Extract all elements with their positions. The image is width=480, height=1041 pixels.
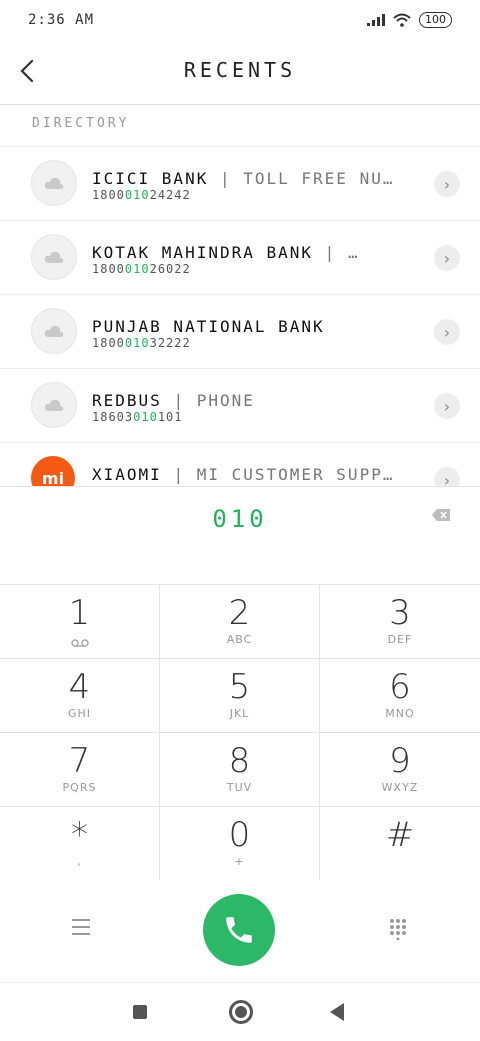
- key-digit: 0: [228, 815, 251, 855]
- key-4[interactable]: 4 GHI: [0, 659, 160, 733]
- status-time: 2:36 AM: [28, 12, 95, 28]
- key-digit: *: [71, 815, 88, 855]
- key-letters: +: [234, 855, 245, 868]
- chevron-right-icon[interactable]: ›: [434, 467, 460, 486]
- contact-name: XIAOMI | MI CUSTOMER SUPP…: [92, 465, 395, 484]
- system-nav-bar: [0, 982, 480, 1041]
- key-letters: TUV: [226, 781, 253, 794]
- contact-number: 180001024242: [92, 188, 191, 202]
- key-letters: GHI: [67, 707, 92, 720]
- key-letters: ,: [77, 855, 82, 868]
- call-button[interactable]: [203, 894, 275, 966]
- key-digit: 3: [389, 593, 411, 633]
- chevron-right-icon[interactable]: ›: [434, 319, 460, 345]
- header: RECENTS: [0, 44, 480, 105]
- directory-label: DIRECTORY: [32, 116, 130, 131]
- dialer-actions: [0, 880, 480, 980]
- key-7[interactable]: 7 PQRS: [0, 733, 160, 807]
- key-hash[interactable]: #: [320, 807, 480, 880]
- keypad: 1 2 ABC 3 DEF 4 GHI 5 JKL 6 MNO 7 PQRS 8…: [0, 584, 480, 881]
- chevron-right-icon[interactable]: ›: [434, 393, 460, 419]
- key-letters: DEF: [387, 633, 413, 646]
- voicemail-icon: [70, 639, 89, 647]
- battery-icon: 100: [419, 12, 452, 28]
- signal-icon: [367, 14, 385, 26]
- key-digit: 9: [389, 741, 411, 781]
- list-item[interactable]: mi XIAOMI | MI CUSTOMER SUPP… 1800010362…: [0, 442, 480, 486]
- key-digit: 6: [389, 667, 411, 707]
- key-9[interactable]: 9 WXYZ: [320, 733, 480, 807]
- key-0[interactable]: 0 +: [160, 807, 320, 880]
- cloud-icon: [31, 160, 77, 206]
- back-nav-icon[interactable]: [330, 1003, 344, 1021]
- list-item[interactable]: KOTAK MAHINDRA BANK | … 180001026022 ›: [0, 220, 480, 294]
- key-5[interactable]: 5 JKL: [160, 659, 320, 733]
- key-star[interactable]: * ,: [0, 807, 160, 880]
- key-digit: 5: [228, 667, 251, 707]
- key-letters: MNO: [385, 707, 415, 720]
- status-icons: 100: [367, 12, 452, 28]
- contact-name: PUNJAB NATIONAL BANK: [92, 317, 325, 336]
- phone-icon: [226, 917, 252, 943]
- status-bar: 2:36 AM 100: [0, 0, 480, 44]
- contact-name: REDBUS | PHONE: [92, 391, 255, 410]
- key-letters: JKL: [229, 707, 250, 720]
- cloud-icon: [31, 234, 77, 280]
- chevron-right-icon[interactable]: ›: [434, 171, 460, 197]
- contact-number: 180001026022: [92, 262, 191, 276]
- list-item[interactable]: ICICI BANK | TOLL FREE NU… 180001024242 …: [0, 146, 480, 220]
- key-digit: 7: [68, 741, 91, 781]
- cloud-icon: [31, 308, 77, 354]
- contact-list: ICICI BANK | TOLL FREE NU… 180001024242 …: [0, 146, 480, 486]
- contact-name: ICICI BANK | TOLL FREE NU…: [92, 169, 395, 188]
- list-item[interactable]: PUNJAB NATIONAL BANK 180001032222 ›: [0, 294, 480, 368]
- cloud-icon: [31, 382, 77, 428]
- page-title: RECENTS: [183, 58, 297, 82]
- key-letters: PQRS: [62, 781, 97, 794]
- key-digit: 8: [228, 741, 251, 781]
- contact-number: 180001032222: [92, 336, 191, 350]
- key-3[interactable]: 3 DEF: [320, 585, 480, 659]
- dial-display: 010: [0, 486, 480, 585]
- chevron-right-icon[interactable]: ›: [434, 245, 460, 271]
- backspace-icon[interactable]: [432, 509, 450, 521]
- key-digit: 2: [228, 593, 251, 633]
- key-6[interactable]: 6 MNO: [320, 659, 480, 733]
- recents-nav-icon[interactable]: [133, 1005, 147, 1019]
- key-letters: ABC: [226, 633, 253, 646]
- dialpad-icon[interactable]: [388, 918, 408, 940]
- key-8[interactable]: 8 TUV: [160, 733, 320, 807]
- key-digit: 1: [68, 593, 91, 633]
- key-digit: #: [385, 815, 415, 855]
- key-digit: 4: [68, 667, 91, 707]
- dial-input[interactable]: 010: [0, 505, 480, 533]
- menu-icon[interactable]: [70, 918, 92, 936]
- key-1[interactable]: 1: [0, 585, 160, 659]
- contact-number: 18603010101: [92, 410, 183, 424]
- wifi-icon: [393, 13, 411, 27]
- key-letters: WXYZ: [381, 781, 419, 794]
- contact-name: KOTAK MAHINDRA BANK | …: [92, 243, 360, 262]
- key-2[interactable]: 2 ABC: [160, 585, 320, 659]
- mi-logo-icon: mi: [31, 456, 75, 486]
- list-item[interactable]: REDBUS | PHONE 18603010101 ›: [0, 368, 480, 442]
- home-nav-icon[interactable]: [229, 1000, 253, 1024]
